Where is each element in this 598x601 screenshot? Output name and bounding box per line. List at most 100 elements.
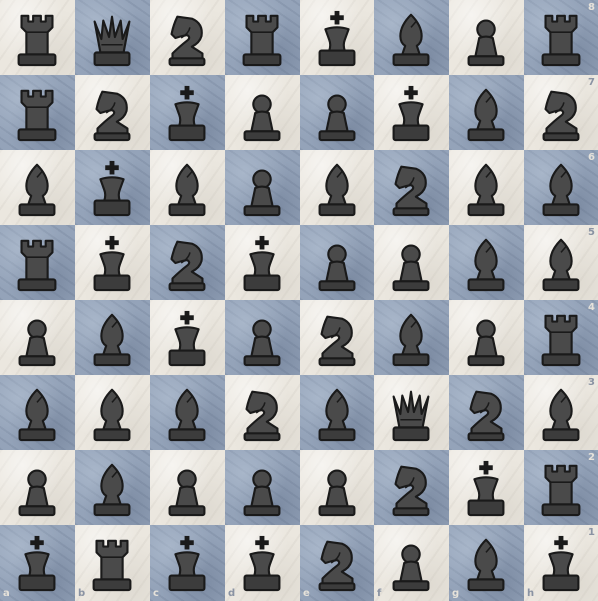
square-c8[interactable] [150, 0, 225, 75]
black-pawn-icon[interactable] [233, 306, 291, 370]
black-pawn-icon[interactable] [8, 306, 66, 370]
black-bishop-icon[interactable] [532, 231, 590, 295]
black-pawn-icon[interactable] [308, 231, 366, 295]
black-queen-icon[interactable] [382, 381, 440, 445]
black-king-icon[interactable] [532, 531, 590, 595]
square-g5[interactable] [449, 225, 524, 300]
square-e2[interactable] [300, 450, 374, 525]
square-g3[interactable] [449, 375, 524, 450]
black-king-icon[interactable] [308, 6, 366, 70]
square-c2[interactable] [150, 450, 225, 525]
square-b8[interactable] [75, 0, 150, 75]
black-rook-icon[interactable] [8, 231, 66, 295]
square-f6[interactable] [374, 150, 449, 225]
black-pawn-icon[interactable] [233, 456, 291, 520]
square-a8[interactable] [0, 0, 75, 75]
black-bishop-icon[interactable] [457, 81, 515, 145]
square-f1[interactable]: f [374, 525, 449, 601]
black-pawn-icon[interactable] [233, 156, 291, 220]
square-g6[interactable] [449, 150, 524, 225]
black-king-icon[interactable] [233, 231, 291, 295]
black-knight-icon[interactable] [308, 306, 366, 370]
square-a3[interactable] [0, 375, 75, 450]
black-king-icon[interactable] [158, 531, 216, 595]
black-rook-icon[interactable] [532, 6, 590, 70]
square-a1[interactable]: a [0, 525, 75, 601]
square-a2[interactable] [0, 450, 75, 525]
square-h2[interactable]: 2 [524, 450, 598, 525]
square-f3[interactable] [374, 375, 449, 450]
square-g1[interactable]: g [449, 525, 524, 601]
square-f7[interactable] [374, 75, 449, 150]
square-e7[interactable] [300, 75, 374, 150]
square-d6[interactable] [225, 150, 300, 225]
black-knight-icon[interactable] [382, 156, 440, 220]
black-knight-icon[interactable] [233, 381, 291, 445]
black-king-icon[interactable] [158, 81, 216, 145]
square-h5[interactable]: 5 [524, 225, 598, 300]
black-queen-icon[interactable] [83, 6, 141, 70]
square-e3[interactable] [300, 375, 374, 450]
black-knight-icon[interactable] [158, 231, 216, 295]
square-c4[interactable] [150, 300, 225, 375]
square-g2[interactable] [449, 450, 524, 525]
square-b7[interactable] [75, 75, 150, 150]
black-bishop-icon[interactable] [457, 231, 515, 295]
black-king-icon[interactable] [233, 531, 291, 595]
black-bishop-icon[interactable] [382, 306, 440, 370]
black-bishop-icon[interactable] [457, 531, 515, 595]
square-d3[interactable] [225, 375, 300, 450]
square-g8[interactable] [449, 0, 524, 75]
square-h6[interactable]: 6 [524, 150, 598, 225]
black-bishop-icon[interactable] [83, 306, 141, 370]
square-d2[interactable] [225, 450, 300, 525]
square-h8[interactable]: 8 [524, 0, 598, 75]
black-rook-icon[interactable] [8, 6, 66, 70]
black-king-icon[interactable] [457, 456, 515, 520]
square-g7[interactable] [449, 75, 524, 150]
square-h4[interactable]: 4 [524, 300, 598, 375]
black-knight-icon[interactable] [382, 456, 440, 520]
square-h3[interactable]: 3 [524, 375, 598, 450]
black-bishop-icon[interactable] [158, 156, 216, 220]
black-pawn-icon[interactable] [457, 306, 515, 370]
black-knight-icon[interactable] [83, 81, 141, 145]
black-pawn-icon[interactable] [308, 81, 366, 145]
square-b4[interactable] [75, 300, 150, 375]
black-bishop-icon[interactable] [83, 381, 141, 445]
square-d1[interactable]: d [225, 525, 300, 601]
black-bishop-icon[interactable] [308, 381, 366, 445]
square-b3[interactable] [75, 375, 150, 450]
black-bishop-icon[interactable] [158, 381, 216, 445]
square-d8[interactable] [225, 0, 300, 75]
black-rook-icon[interactable] [8, 81, 66, 145]
square-h1[interactable]: 1h [524, 525, 598, 601]
black-knight-icon[interactable] [532, 81, 590, 145]
square-a5[interactable] [0, 225, 75, 300]
square-c1[interactable]: c [150, 525, 225, 601]
black-bishop-icon[interactable] [532, 156, 590, 220]
black-bishop-icon[interactable] [308, 156, 366, 220]
black-pawn-icon[interactable] [233, 81, 291, 145]
square-c5[interactable] [150, 225, 225, 300]
square-f4[interactable] [374, 300, 449, 375]
square-b6[interactable] [75, 150, 150, 225]
black-rook-icon[interactable] [532, 306, 590, 370]
square-d4[interactable] [225, 300, 300, 375]
square-c3[interactable] [150, 375, 225, 450]
square-h7[interactable]: 7 [524, 75, 598, 150]
black-rook-icon[interactable] [83, 531, 141, 595]
black-pawn-icon[interactable] [382, 231, 440, 295]
square-g4[interactable] [449, 300, 524, 375]
black-bishop-icon[interactable] [532, 381, 590, 445]
square-c7[interactable] [150, 75, 225, 150]
square-e6[interactable] [300, 150, 374, 225]
square-f5[interactable] [374, 225, 449, 300]
square-b2[interactable] [75, 450, 150, 525]
black-knight-icon[interactable] [457, 381, 515, 445]
black-pawn-icon[interactable] [8, 456, 66, 520]
square-b1[interactable]: b [75, 525, 150, 601]
square-e5[interactable] [300, 225, 374, 300]
black-king-icon[interactable] [83, 231, 141, 295]
square-d7[interactable] [225, 75, 300, 150]
